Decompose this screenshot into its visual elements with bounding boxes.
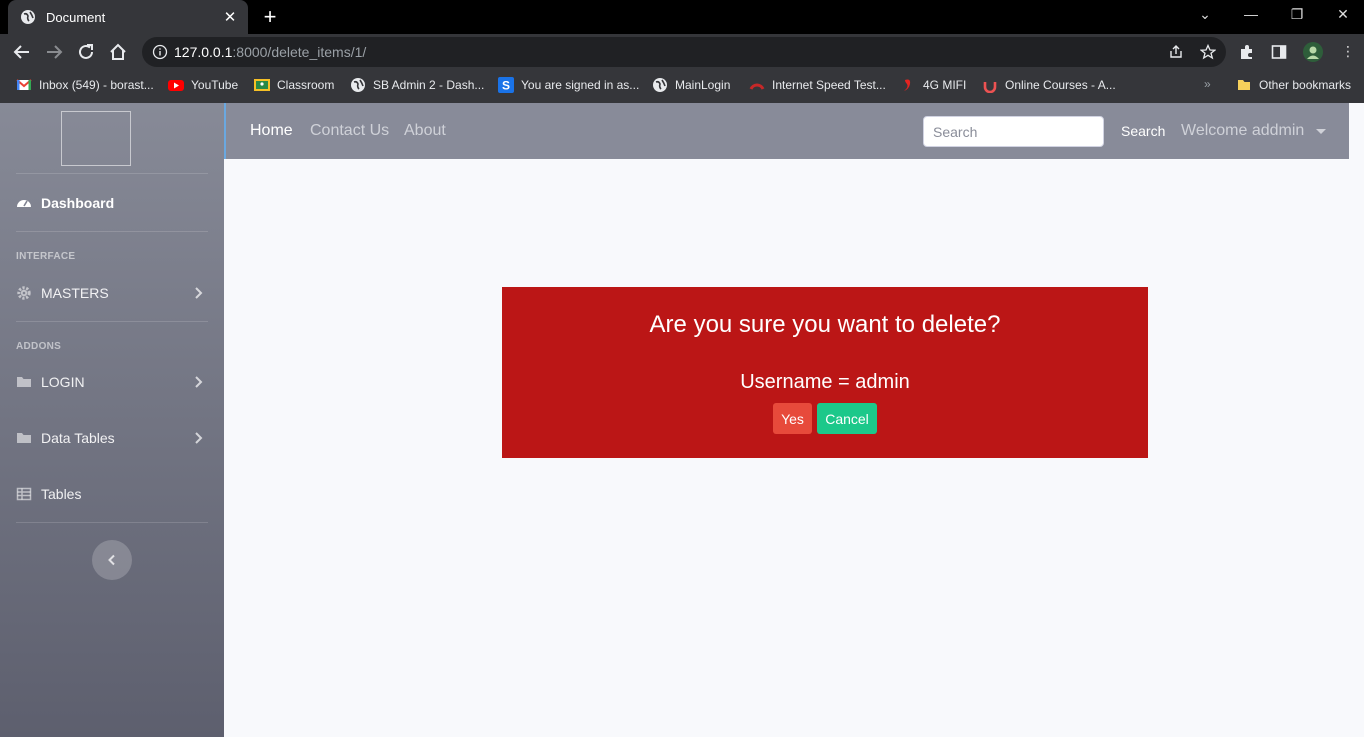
tab-title: Document bbox=[46, 9, 106, 25]
browser-tab-bar: Document ✕ + ⌄ — ❐ ✕ bbox=[0, 0, 1364, 34]
brand-logo[interactable] bbox=[61, 111, 131, 166]
browser-toolbar: 127.0.0.1:8000/delete_items/1/ ⋮ bbox=[0, 34, 1364, 70]
speedometer-icon bbox=[749, 83, 765, 90]
sidebar-heading: ADDONS bbox=[16, 341, 62, 352]
url-path: :8000/delete_items/1/ bbox=[232, 44, 367, 60]
sidebar-item-label: MASTERS bbox=[41, 285, 109, 301]
sidebar-item-tables[interactable]: Tables bbox=[16, 486, 208, 502]
sidebar-item-label: Tables bbox=[41, 486, 82, 502]
bookmark-item[interactable]: Internet Speed Test... bbox=[749, 77, 886, 93]
tachometer-icon bbox=[17, 200, 31, 207]
sidebar-item-login[interactable]: LOGIN bbox=[16, 374, 208, 390]
nav-home-link[interactable]: Home bbox=[250, 122, 293, 140]
extensions-icon[interactable] bbox=[1238, 43, 1256, 61]
globe-icon bbox=[21, 10, 35, 24]
browser-tab[interactable]: Document ✕ bbox=[8, 0, 248, 34]
side-panel-icon[interactable] bbox=[1270, 43, 1288, 61]
sidebar-divider bbox=[16, 522, 208, 523]
chrome-menu-icon[interactable]: ⋮ bbox=[1338, 43, 1358, 60]
search-input[interactable] bbox=[923, 116, 1104, 147]
close-window-icon[interactable]: ✕ bbox=[1333, 6, 1353, 23]
sidebar-divider bbox=[16, 321, 208, 322]
folder-icon bbox=[1238, 80, 1250, 90]
sidebar-item-label: Dashboard bbox=[41, 195, 115, 211]
folder-icon bbox=[17, 377, 31, 387]
bookmark-item[interactable]: SB Admin 2 - Dash... bbox=[350, 77, 484, 93]
bookmark-item[interactable]: Online Courses - A... bbox=[982, 77, 1116, 93]
chevron-right-icon bbox=[195, 432, 203, 444]
tab-search-icon[interactable]: ⌄ bbox=[1195, 6, 1215, 23]
sidebar-item-masters[interactable]: MASTERS bbox=[16, 285, 208, 301]
sidebar-toggle-button[interactable] bbox=[92, 540, 132, 580]
sidebar-divider bbox=[16, 231, 208, 232]
reload-icon[interactable] bbox=[76, 42, 96, 62]
folder-icon bbox=[17, 433, 31, 443]
cancel-button[interactable]: Cancel bbox=[817, 403, 877, 434]
top-navbar: Home Contact Us About Search Welcome add… bbox=[224, 103, 1349, 159]
sidebar-item-label: LOGIN bbox=[41, 374, 85, 390]
globe-icon bbox=[653, 78, 667, 92]
s-icon: S bbox=[498, 77, 514, 93]
share-icon[interactable] bbox=[1168, 44, 1184, 60]
new-tab-icon[interactable]: + bbox=[260, 6, 280, 28]
other-bookmarks[interactable]: Other bookmarks bbox=[1236, 77, 1351, 93]
bookmark-item[interactable]: Classroom bbox=[254, 77, 334, 93]
bookmark-star-icon[interactable] bbox=[1200, 44, 1216, 60]
gear-icon bbox=[17, 286, 31, 300]
user-dropdown[interactable]: Welcome addmin bbox=[1181, 122, 1304, 140]
sidebar-item-dashboard[interactable]: Dashboard bbox=[16, 195, 208, 211]
sidebar: Dashboard INTERFACE MASTERS ADDONS LOGIN… bbox=[0, 103, 224, 737]
sidebar-divider bbox=[16, 173, 208, 174]
dialog-title: Are you sure you want to delete? bbox=[649, 311, 1001, 338]
info-icon[interactable] bbox=[152, 44, 168, 60]
caret-down-icon[interactable] bbox=[1316, 129, 1326, 134]
url-host: 127.0.0.1 bbox=[174, 44, 233, 60]
chevron-right-icon bbox=[195, 376, 203, 388]
youtube-icon bbox=[168, 80, 184, 91]
home-icon[interactable] bbox=[108, 42, 128, 62]
forward-icon[interactable] bbox=[44, 42, 64, 62]
bookmark-item[interactable]: YouTube bbox=[168, 77, 238, 93]
chevron-right-icon bbox=[195, 287, 203, 299]
globe-icon bbox=[351, 78, 365, 92]
more-bookmarks-icon[interactable]: » bbox=[1204, 77, 1211, 91]
profile-avatar[interactable] bbox=[1303, 42, 1323, 62]
bookmarks-bar: Inbox (549) - borast... YouTube Classroo… bbox=[0, 70, 1364, 103]
back-icon[interactable] bbox=[12, 42, 32, 62]
nav-about-link[interactable]: About bbox=[404, 122, 446, 140]
svg-text:S: S bbox=[502, 79, 510, 93]
dialog-username: Username = admin bbox=[740, 371, 910, 393]
bookmark-item[interactable]: MainLogin bbox=[652, 77, 730, 93]
sidebar-heading: INTERFACE bbox=[16, 251, 76, 262]
nav-contact-link[interactable]: Contact Us bbox=[310, 122, 389, 140]
airtel-icon bbox=[904, 79, 911, 91]
bookmark-item[interactable]: S You are signed in as... bbox=[498, 77, 639, 93]
udemy-icon bbox=[983, 82, 997, 93]
minimize-icon[interactable]: — bbox=[1241, 6, 1261, 22]
bookmark-item[interactable]: 4G MIFI bbox=[900, 77, 966, 93]
address-bar[interactable]: 127.0.0.1:8000/delete_items/1/ bbox=[142, 37, 1226, 67]
chevron-left-icon bbox=[108, 554, 115, 566]
classroom-icon bbox=[254, 79, 270, 91]
yes-button[interactable]: Yes bbox=[773, 403, 812, 434]
sidebar-item-data-tables[interactable]: Data Tables bbox=[16, 430, 208, 446]
delete-confirmation-panel: Are you sure you want to delete? Usernam… bbox=[502, 287, 1148, 458]
gmail-icon bbox=[16, 79, 32, 90]
bookmark-item[interactable]: Inbox (549) - borast... bbox=[16, 77, 154, 93]
url-text: 127.0.0.1:8000/delete_items/1/ bbox=[174, 44, 366, 60]
search-button[interactable]: Search bbox=[1121, 123, 1165, 139]
sidebar-item-label: Data Tables bbox=[41, 430, 115, 446]
restore-icon[interactable]: ❐ bbox=[1287, 6, 1307, 23]
close-tab-icon[interactable]: ✕ bbox=[222, 8, 238, 26]
table-icon bbox=[16, 487, 32, 501]
